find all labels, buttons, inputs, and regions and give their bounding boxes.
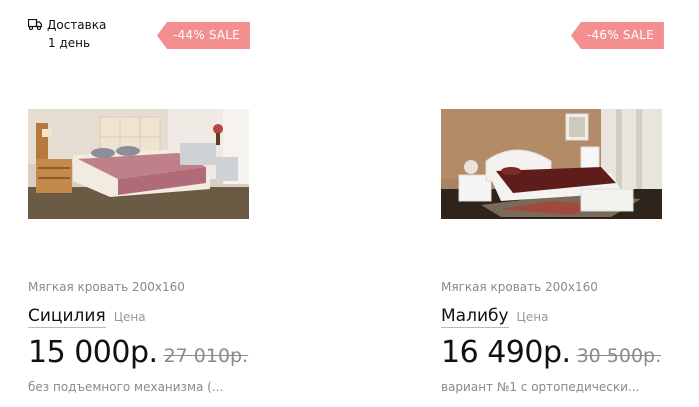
current-price: 15 000р. xyxy=(28,335,158,370)
product-card[interactable]: Доставка 1 день -44% SALE Мягкая кровать… xyxy=(28,0,278,407)
delivery-info: Доставка 1 день xyxy=(28,16,106,52)
old-price: 27 010р. xyxy=(163,345,249,367)
product-subtitle: Мягкая кровать 200x160 xyxy=(441,280,598,294)
sale-badge: -44% SALE xyxy=(157,22,250,49)
old-price: 30 500р. xyxy=(576,345,662,367)
product-card[interactable]: -46% SALE Мягкая кровать 200x160 Малибу Ц… xyxy=(441,0,691,407)
product-description: без подъемного механизма (... xyxy=(28,380,224,394)
product-description: вариант №1 с ортопедически... xyxy=(441,380,640,394)
price-label: Цена xyxy=(516,310,549,324)
product-image[interactable] xyxy=(441,109,662,219)
product-image[interactable] xyxy=(28,109,249,219)
sale-badge: -46% SALE xyxy=(571,22,664,49)
current-price: 16 490р. xyxy=(441,335,571,370)
delivery-time: 1 день xyxy=(48,36,91,50)
truck-icon xyxy=(28,19,42,30)
product-subtitle: Мягкая кровать 200x160 xyxy=(28,280,185,294)
delivery-label: Доставка xyxy=(47,18,107,32)
product-name-link[interactable]: Малибу xyxy=(441,306,509,328)
product-name-link[interactable]: Сицилия xyxy=(28,306,106,328)
price-label: Цена xyxy=(113,310,146,324)
